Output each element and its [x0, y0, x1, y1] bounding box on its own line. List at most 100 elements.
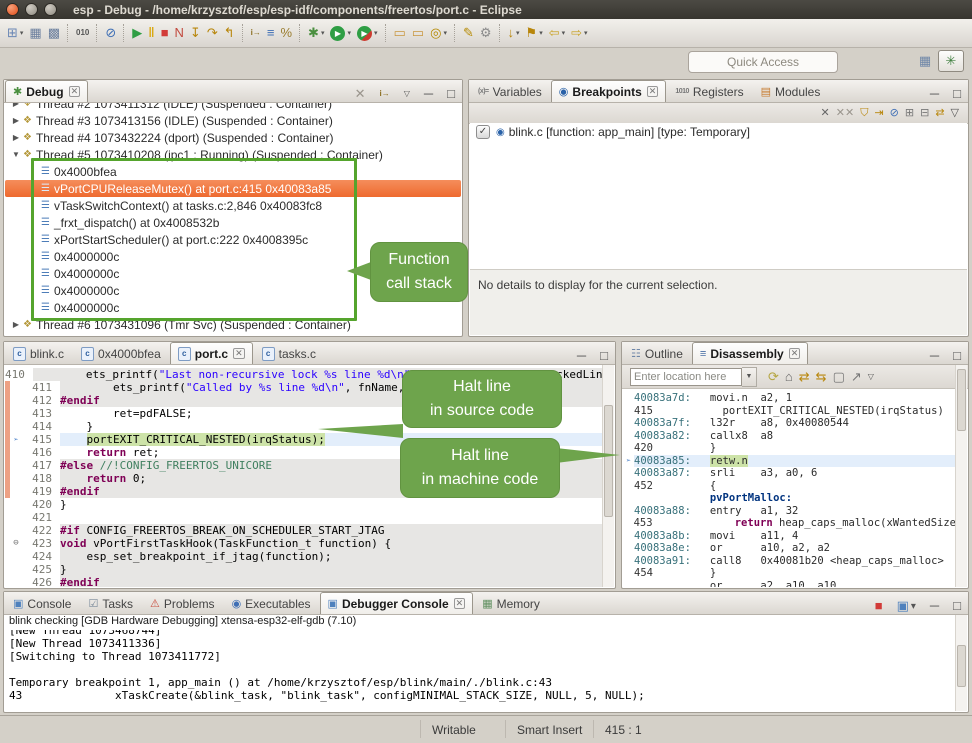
- open-project-icon[interactable]: ▭: [392, 22, 408, 44]
- step-return-icon[interactable]: ↰: [222, 22, 237, 44]
- tab-registers[interactable]: 1010Registers: [667, 80, 751, 102]
- next-annotation-icon[interactable]: ⚑▾: [524, 22, 545, 44]
- maximize-icon[interactable]: □: [445, 83, 457, 105]
- minimize-icon[interactable]: ─: [422, 83, 435, 105]
- window-close-button[interactable]: [6, 3, 19, 16]
- close-icon[interactable]: ✕: [233, 348, 245, 359]
- debugger-console-output[interactable]: [New Thread 1073468744][New Thread 10734…: [5, 630, 956, 711]
- view-menu-icon[interactable]: ▽: [949, 102, 961, 124]
- minimize-icon[interactable]: ─: [575, 345, 588, 367]
- skip-all-icon[interactable]: ⊘: [888, 102, 901, 124]
- maximize-icon[interactable]: □: [598, 345, 610, 367]
- run-icon[interactable]: ▶▾: [328, 22, 353, 44]
- tab-breakpoints[interactable]: ◉Breakpoints✕: [551, 80, 667, 102]
- debug-perspective-button[interactable]: ✳: [938, 50, 964, 72]
- save-icon[interactable]: ▦: [27, 22, 43, 44]
- link-with-debug-icon[interactable]: ⇄: [933, 102, 946, 124]
- remove-breakpoint-icon[interactable]: ✕: [819, 102, 832, 124]
- location-input[interactable]: Enter location here: [630, 368, 742, 386]
- view-menu-icon[interactable]: ▽: [402, 83, 412, 105]
- instruction-stepping-mode-icon[interactable]: ≡: [265, 22, 277, 44]
- track-expression-icon[interactable]: ⇆: [814, 366, 829, 388]
- sync-active-context-icon[interactable]: ⇄: [797, 366, 812, 388]
- tab-variables[interactable]: (x)=Variables: [470, 80, 550, 102]
- skip-all-breakpoints-icon[interactable]: ⊘: [103, 22, 118, 44]
- close-icon[interactable]: ✕: [647, 86, 659, 97]
- view-menu-icon[interactable]: ▽: [866, 366, 876, 388]
- tab-tasks[interactable]: ☑Tasks: [80, 592, 141, 614]
- tab-console[interactable]: ▣Console: [5, 592, 79, 614]
- terminate-icon[interactable]: ■: [159, 22, 171, 44]
- maximize-icon[interactable]: □: [951, 83, 963, 105]
- remove-all-breakpoints-icon[interactable]: ✕✕: [834, 102, 856, 124]
- tab-problems[interactable]: ⚠Problems: [142, 592, 223, 614]
- coverage-icon[interactable]: ▶▾: [355, 22, 380, 44]
- close-icon[interactable]: ✕: [789, 348, 801, 359]
- thread-row[interactable]: ▼❖Thread #5 1073410208 (ipc1 : Running) …: [5, 146, 461, 163]
- gears-icon[interactable]: ⚙: [478, 22, 494, 44]
- close-icon[interactable]: ✕: [454, 598, 466, 609]
- last-edit-location-icon[interactable]: ↓▾: [506, 22, 522, 44]
- binary-icon[interactable]: 010: [74, 22, 91, 44]
- tab-executables[interactable]: ◉Executables: [224, 592, 319, 614]
- show-breakpoints-supported-icon[interactable]: ⛉: [858, 102, 870, 124]
- tab-debugger-console[interactable]: ▣Debugger Console✕: [320, 592, 474, 614]
- disassembly-listing[interactable]: 40083a7d: movi.n a2, 1415 portEXIT_CRITI…: [623, 389, 956, 587]
- thread-row[interactable]: ▶❖Thread #3 1073413156 (IDLE) (Suspended…: [5, 112, 461, 129]
- thread-row[interactable]: ▶❖Thread #4 1073432224 (dport) (Suspende…: [5, 129, 461, 146]
- pin-view-icon[interactable]: ↗: [849, 366, 864, 388]
- maximize-icon[interactable]: □: [951, 595, 963, 617]
- stack-frame-row[interactable]: ☰0x4000bfea: [5, 163, 461, 180]
- back-icon[interactable]: ⇦▾: [547, 22, 567, 44]
- tab-debug[interactable]: ✱ Debug ✕: [5, 80, 88, 102]
- minimize-icon[interactable]: ─: [928, 345, 941, 367]
- close-icon[interactable]: ✕: [69, 86, 81, 97]
- tab-tasks-c[interactable]: ctasks.c: [254, 342, 324, 364]
- open-perspective-button[interactable]: ▦: [912, 50, 938, 72]
- disassembly-scrollbar[interactable]: [955, 365, 967, 587]
- editor-scrollbar[interactable]: [602, 365, 614, 587]
- step-over-icon[interactable]: ↷: [205, 22, 220, 44]
- use-step-filters-icon[interactable]: %: [278, 22, 294, 44]
- tab-blink-c[interactable]: cblink.c: [5, 342, 72, 364]
- suspend-icon[interactable]: Ⅱ: [146, 22, 156, 44]
- debug-icon[interactable]: ✱▾: [306, 22, 326, 44]
- breakpoints-list[interactable]: ✓ ◉ blink.c [function: app_main] [type: …: [470, 123, 967, 271]
- instruction-step-icon[interactable]: i→: [249, 22, 263, 44]
- new-icon[interactable]: ⊞▾: [5, 22, 25, 44]
- window-minimize-button[interactable]: [25, 3, 38, 16]
- go-to-file-icon[interactable]: ⇥: [872, 102, 885, 124]
- refresh-icon[interactable]: ⟳: [766, 366, 781, 388]
- maximize-icon[interactable]: □: [951, 345, 963, 367]
- display-console-icon[interactable]: ▣▾: [895, 595, 918, 617]
- stack-frame-row[interactable]: ☰_frxt_dispatch() at 0x4008532b: [5, 214, 461, 231]
- terminate-console-icon[interactable]: ■: [873, 595, 885, 617]
- tab-outline[interactable]: ☷Outline: [623, 342, 691, 364]
- tab-0x4000bfea[interactable]: c0x4000bfea: [73, 342, 169, 364]
- breakpoint-checkbox[interactable]: ✓: [476, 125, 490, 139]
- collapse-all-icon[interactable]: ⊟: [918, 102, 931, 124]
- step-into-icon[interactable]: ↧: [188, 22, 203, 44]
- search-icon[interactable]: ◎▾: [428, 22, 449, 44]
- location-dropdown[interactable]: ▼: [742, 367, 757, 387]
- console-scrollbar[interactable]: [955, 615, 967, 711]
- tab-memory[interactable]: ▦Memory: [474, 592, 548, 614]
- open-resource-icon[interactable]: ▭: [410, 22, 426, 44]
- home-icon[interactable]: ⌂: [783, 366, 795, 388]
- expand-all-icon[interactable]: ⊞: [903, 102, 916, 124]
- new-view-icon[interactable]: ▢: [831, 366, 847, 388]
- instruction-step-mode-icon[interactable]: i→: [378, 83, 392, 105]
- tab-port-c[interactable]: cport.c✕: [170, 342, 253, 364]
- stack-frame-row[interactable]: ☰vTaskSwitchContext() at tasks.c:2,846 0…: [5, 197, 461, 214]
- disconnect-icon[interactable]: N: [173, 22, 186, 44]
- window-maximize-button[interactable]: [44, 3, 57, 16]
- forward-icon[interactable]: ⇨▾: [569, 22, 589, 44]
- thread-row[interactable]: ▶❖Thread #6 1073431096 (Tmr Svc) (Suspen…: [5, 316, 461, 333]
- stack-frame-row[interactable]: ☰vPortCPUReleaseMutex() at port.c:415 0x…: [5, 180, 461, 197]
- tab-disassembly[interactable]: ≡Disassembly✕: [692, 342, 808, 364]
- tab-modules[interactable]: ▤Modules: [753, 80, 829, 102]
- resume-icon[interactable]: ▶: [130, 22, 144, 44]
- thread-row[interactable]: ▶❖Thread #2 1073411312 (IDLE) (Suspended…: [5, 103, 461, 112]
- save-all-icon[interactable]: ▩: [46, 22, 62, 44]
- quick-access-button[interactable]: Quick Access: [688, 51, 838, 73]
